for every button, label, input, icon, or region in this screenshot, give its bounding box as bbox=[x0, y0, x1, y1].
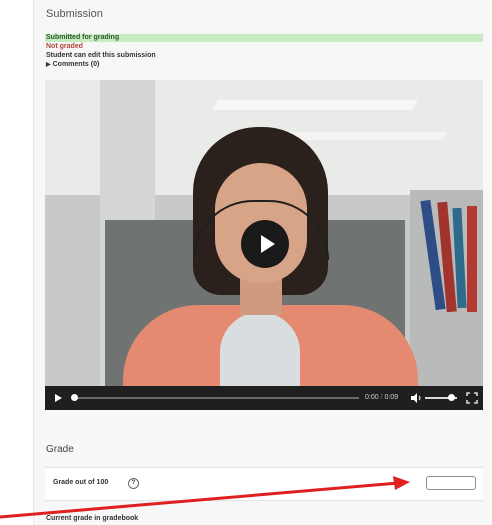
time-display: 0:00 / 0:09 bbox=[365, 393, 398, 403]
volume-handle[interactable] bbox=[447, 394, 455, 401]
submission-title: Submission bbox=[46, 8, 103, 20]
grade-row: Grade out of 100 ? bbox=[45, 467, 483, 501]
video-player[interactable]: 0:00 / 0:09 bbox=[45, 80, 483, 410]
fullscreen-icon[interactable] bbox=[466, 392, 478, 404]
edit-status: Student can edit this submission bbox=[46, 52, 156, 59]
help-icon[interactable]: ? bbox=[128, 478, 139, 489]
submission-status: Submitted for grading bbox=[46, 34, 120, 41]
duration: 0:09 bbox=[384, 394, 399, 401]
grading-status: Not graded bbox=[46, 43, 83, 50]
caret-right-icon: ▶ bbox=[46, 62, 51, 68]
progress-bar[interactable] bbox=[72, 397, 359, 399]
play-icon[interactable] bbox=[53, 393, 63, 403]
grade-label: Grade out of 100 bbox=[53, 479, 109, 486]
grade-input[interactable] bbox=[426, 476, 476, 490]
play-icon bbox=[261, 235, 275, 253]
current-time: 0:00 bbox=[365, 394, 379, 401]
big-play-button[interactable] bbox=[241, 220, 289, 268]
comments-label: Comments (0) bbox=[52, 61, 100, 68]
progress-handle[interactable] bbox=[71, 394, 78, 401]
grade-heading: Grade bbox=[46, 444, 74, 455]
volume-icon[interactable] bbox=[410, 392, 422, 404]
current-grade-label: Current grade in gradebook bbox=[46, 515, 139, 522]
comments-toggle[interactable]: ▶ Comments (0) bbox=[46, 61, 99, 69]
video-controls: 0:00 / 0:09 bbox=[45, 386, 483, 410]
time-separator: / bbox=[380, 394, 383, 401]
